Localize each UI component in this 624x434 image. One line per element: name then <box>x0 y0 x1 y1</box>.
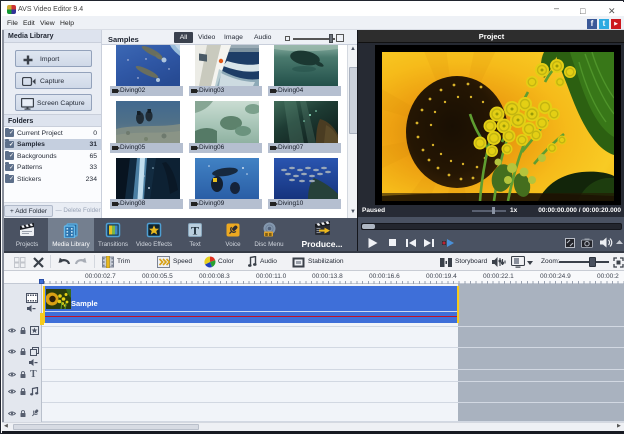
svg-text:T: T <box>191 224 199 238</box>
